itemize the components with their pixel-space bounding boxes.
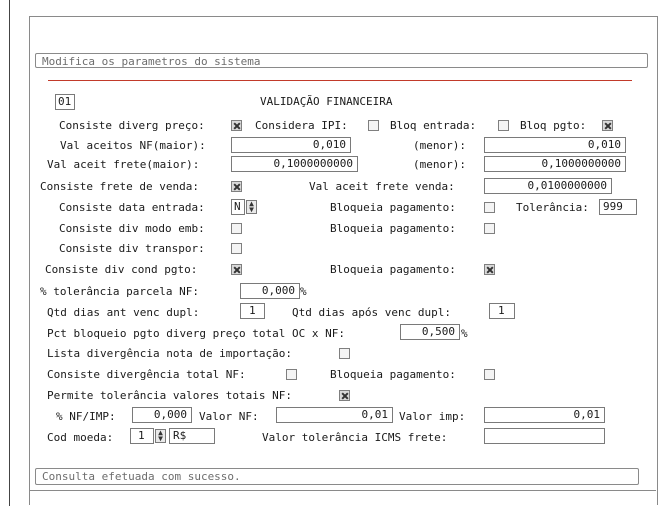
label-qtd-dias-apos: Qtd dias após venc dupl: bbox=[292, 306, 451, 319]
section-title: VALIDAÇÃO FINANCEIRA bbox=[260, 95, 393, 108]
checkbox-bloqueia-pagamento-3[interactable] bbox=[484, 264, 495, 275]
field-tolerancia[interactable]: 999 bbox=[599, 199, 637, 215]
field-val-aceit-frete-menor[interactable]: 0,1000000000 bbox=[484, 156, 626, 172]
label-bloq-pgto: Bloq pgto: bbox=[520, 119, 587, 132]
label-bloqueia-pagamento-1: Bloqueia pagamento: bbox=[330, 201, 456, 214]
checkbox-consiste-div-modo-emb[interactable] bbox=[231, 223, 242, 234]
label-considera-ipi: Considera IPI: bbox=[255, 119, 348, 132]
select-consiste-data-entrada[interactable]: N bbox=[231, 199, 245, 215]
checkbox-bloqueia-pagamento-2[interactable] bbox=[484, 223, 495, 234]
label-nf-imp: % NF/IMP: bbox=[56, 410, 116, 423]
spinner-data-entrada-icon[interactable]: ▲ ▼ bbox=[246, 200, 257, 214]
checkbox-consiste-diverg-preco[interactable] bbox=[231, 120, 242, 131]
label-menor-2: (menor): bbox=[413, 158, 466, 171]
label-cod-moeda: Cod moeda: bbox=[47, 431, 114, 444]
field-val-aceitos-nf-menor[interactable]: 0,010 bbox=[484, 137, 626, 153]
label-valor-imp: Valor imp: bbox=[399, 410, 466, 423]
checkbox-considera-ipi[interactable] bbox=[368, 120, 379, 131]
checkbox-bloqueia-pagamento-4[interactable] bbox=[484, 369, 495, 380]
field-tolerancia-parcela-nf[interactable]: 0,000 bbox=[240, 283, 300, 299]
label-bloqueia-pagamento-3: Bloqueia pagamento: bbox=[330, 263, 456, 276]
field-qtd-dias-ant[interactable]: 1 bbox=[240, 303, 265, 319]
checkbox-consiste-div-cond-pgto[interactable] bbox=[231, 264, 242, 275]
label-menor-1: (menor): bbox=[413, 139, 466, 152]
field-moeda-simbolo: R$ bbox=[169, 428, 215, 444]
label-consiste-frete-venda: Consiste frete de venda: bbox=[40, 180, 199, 193]
label-bloqueia-pagamento-4: Bloqueia pagamento: bbox=[330, 368, 456, 381]
label-val-aceitos-nf-maior: Val aceitos NF(maior): bbox=[60, 139, 206, 152]
checkbox-bloq-pgto[interactable] bbox=[602, 120, 613, 131]
label-consiste-div-cond-pgto: Consiste div cond pgto: bbox=[45, 263, 198, 276]
label-valor-nf: Valor NF: bbox=[199, 410, 259, 423]
window-title: Modifica os parametros do sistema bbox=[35, 53, 648, 68]
checkbox-bloqueia-pagamento-1[interactable] bbox=[484, 202, 495, 213]
bottom-separator bbox=[30, 490, 656, 491]
label-consiste-data-entrada: Consiste data entrada: bbox=[59, 201, 205, 214]
field-valor-tol-icms-frete[interactable] bbox=[484, 428, 605, 444]
field-valor-imp[interactable]: 0,01 bbox=[484, 407, 605, 423]
checkbox-consiste-div-total-nf[interactable] bbox=[286, 369, 297, 380]
field-val-aceit-frete-maior[interactable]: 0,1000000000 bbox=[231, 156, 358, 172]
checkbox-consiste-div-transpor[interactable] bbox=[231, 243, 242, 254]
label-consiste-div-total-nf: Consiste divergência total NF: bbox=[47, 368, 246, 381]
label-tolerancia-parcela-nf: % tolerância parcela NF: bbox=[40, 285, 199, 298]
label-consiste-div-modo-emb: Consiste div modo emb: bbox=[59, 222, 205, 235]
label-val-aceit-frete-venda: Val aceit frete venda: bbox=[309, 180, 455, 193]
label-pct-bloqueio: Pct bloqueio pgto diverg preço total OC … bbox=[47, 327, 346, 340]
checkbox-lista-div-importacao[interactable] bbox=[339, 348, 350, 359]
title-divider bbox=[48, 80, 632, 81]
percent-sign-1: % bbox=[300, 285, 307, 298]
label-tolerancia: Tolerância: bbox=[516, 201, 589, 214]
label-bloq-entrada: Bloq entrada: bbox=[390, 119, 477, 132]
label-bloqueia-pagamento-2: Bloqueia pagamento: bbox=[330, 222, 456, 235]
spinner-cod-moeda-icon[interactable]: ▲ ▼ bbox=[155, 429, 166, 443]
label-consiste-diverg-preco: Consiste diverg preço: bbox=[59, 119, 205, 132]
checkbox-bloq-entrada[interactable] bbox=[498, 120, 509, 131]
field-pct-bloqueio[interactable]: 0,500 bbox=[400, 324, 460, 340]
field-val-aceit-frete-venda[interactable]: 0,0100000000 bbox=[484, 178, 612, 194]
field-valor-nf[interactable]: 0,01 bbox=[276, 407, 393, 423]
field-nf-imp[interactable]: 0,000 bbox=[132, 407, 192, 423]
checkbox-permite-tol-totais[interactable] bbox=[339, 390, 350, 401]
label-permite-tol-totais: Permite tolerância valores totais NF: bbox=[47, 389, 293, 402]
left-border-line bbox=[9, 0, 10, 506]
percent-sign-2: % bbox=[461, 327, 468, 340]
select-cod-moeda[interactable]: 1 bbox=[130, 428, 154, 444]
label-lista-div-importacao: Lista divergência nota de importação: bbox=[47, 347, 293, 360]
checkbox-consiste-frete-venda[interactable] bbox=[231, 181, 242, 192]
field-val-aceitos-nf-maior[interactable]: 0,010 bbox=[231, 137, 351, 153]
label-consiste-div-transpor: Consiste div transpor: bbox=[59, 242, 205, 255]
label-valor-tol-icms-frete: Valor tolerância ICMS frete: bbox=[262, 431, 448, 444]
status-bar: Consulta efetuada com sucesso. bbox=[35, 468, 639, 485]
label-val-aceit-frete-maior: Val aceit frete(maior): bbox=[47, 158, 200, 171]
field-qtd-dias-apos[interactable]: 1 bbox=[489, 303, 515, 319]
section-code-field[interactable]: 01 bbox=[55, 94, 75, 110]
label-qtd-dias-ant: Qtd dias ant venc dupl: bbox=[47, 306, 200, 319]
